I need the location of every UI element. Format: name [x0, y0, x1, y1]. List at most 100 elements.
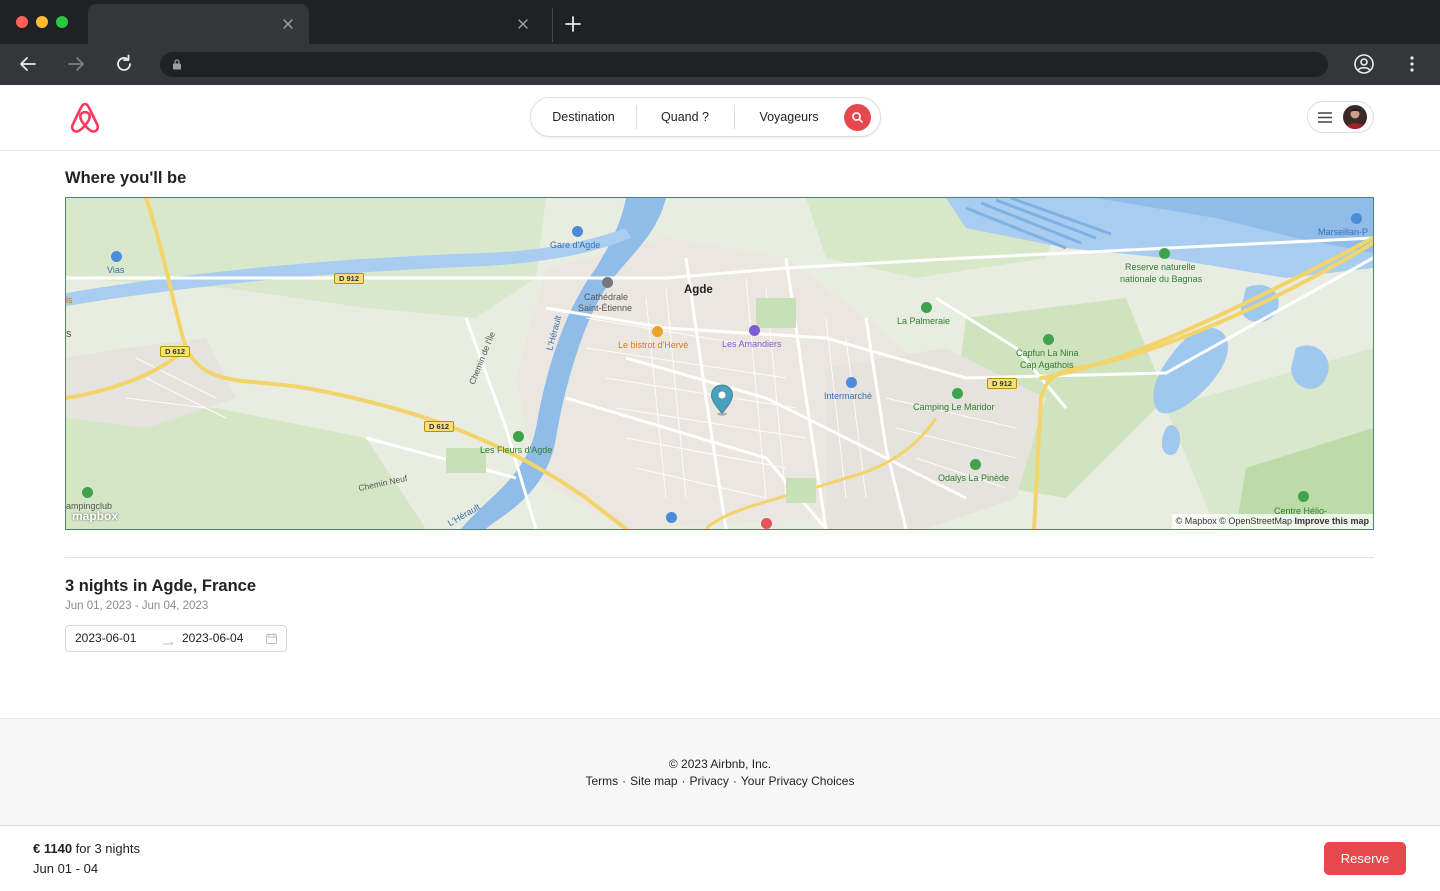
shop-icon — [666, 512, 677, 523]
footer-link-terms[interactable]: Terms — [586, 774, 619, 788]
road-shield-d912: D 912 — [987, 378, 1018, 389]
road-shield-d612: D 612 — [160, 346, 191, 357]
back-arrow-icon[interactable] — [17, 53, 39, 75]
map-label-camping-maridor: Camping Le Maridor — [913, 402, 995, 412]
checkout-date-input[interactable]: 2023-06-04 — [182, 626, 243, 651]
window-minimize-button[interactable] — [36, 16, 48, 28]
booking-bar: € 1140 for 3 nights Jun 01 - 04 Reserve — [0, 826, 1440, 891]
stay-title: 3 nights in Agde, France — [65, 577, 256, 595]
profile-icon[interactable] — [1353, 53, 1375, 75]
site-header: Destination Quand ? Voyageurs — [0, 85, 1440, 151]
close-icon[interactable] — [281, 17, 295, 31]
map-label-reserve-2: nationale du Bagnas — [1120, 274, 1203, 284]
search-destination[interactable]: Destination — [531, 98, 636, 136]
map-label-saint-etienne: Saint-Étienne — [578, 303, 633, 313]
close-icon[interactable] — [516, 17, 530, 31]
reload-icon[interactable] — [113, 53, 135, 75]
window-close-button[interactable] — [16, 16, 28, 28]
map-attribution: © Mapbox © OpenStreetMap Improve this ma… — [1171, 514, 1373, 529]
campsite-icon — [1298, 491, 1309, 502]
map-label-fleurs: Les Fleurs d'Agde — [480, 445, 553, 455]
search-icon — [852, 112, 863, 123]
train-station-icon — [1351, 213, 1362, 224]
mapbox-attribution-link[interactable]: © Mapbox — [1176, 516, 1217, 526]
map[interactable]: Agde Gare d'Agde Vias Cathédrale Saint-É… — [65, 197, 1374, 530]
map-label-reserve-1: Reserve naturelle — [1125, 262, 1196, 272]
footer-separator: · — [732, 774, 737, 788]
map-label-agde: Agde — [684, 284, 713, 296]
campsite-icon — [952, 388, 963, 399]
shop-icon — [846, 377, 857, 388]
date-range-picker[interactable]: 2023-06-01 2023-06-04 — [65, 625, 287, 652]
lock-icon — [173, 59, 181, 70]
reserve-button[interactable]: Reserve — [1324, 842, 1406, 875]
footer-link-privacy-choices[interactable]: Your Privacy Choices — [741, 774, 855, 788]
hospital-icon — [761, 518, 772, 529]
booking-dates: Jun 01 - 04 — [33, 861, 99, 876]
campsite-icon — [970, 459, 981, 470]
browser-chrome — [0, 0, 1440, 85]
location-pin-icon[interactable] — [710, 384, 734, 416]
new-tab-icon[interactable] — [563, 14, 583, 34]
map-label-gare: Gare d'Agde — [550, 240, 601, 250]
church-icon — [602, 277, 613, 288]
browser-tab-active[interactable] — [88, 4, 309, 44]
calendar-icon — [266, 633, 277, 644]
search-bar[interactable]: Destination Quand ? Voyageurs — [530, 97, 881, 137]
tab-strip — [0, 0, 1440, 44]
total-price: € 1140 — [33, 841, 73, 856]
browser-tab[interactable] — [309, 4, 552, 44]
checkin-date-input[interactable]: 2023-06-01 — [75, 626, 136, 651]
map-basemap — [66, 198, 1373, 529]
park-icon — [1159, 248, 1170, 259]
campsite-icon — [513, 431, 524, 442]
footer-separator: · — [681, 774, 686, 788]
mapbox-logo[interactable]: mapbox — [72, 509, 118, 523]
map-label-edge-is: is — [66, 295, 73, 305]
forward-arrow-icon[interactable] — [65, 53, 87, 75]
train-station-icon — [572, 226, 583, 237]
footer-link-privacy[interactable]: Privacy — [690, 774, 729, 788]
improve-map-link[interactable]: Improve this map — [1294, 516, 1369, 526]
price-summary: € 1140 for 3 nights — [33, 841, 140, 856]
price-suffix: for 3 nights — [72, 841, 140, 856]
where-youll-be-title: Where you'll be — [65, 169, 187, 187]
window-maximize-button[interactable] — [56, 16, 68, 28]
map-label-intermarche: Intermarché — [824, 391, 873, 401]
map-label-marseillan: Marseillan-P — [1318, 227, 1369, 237]
avatar — [1343, 105, 1367, 129]
hamburger-menu-icon — [1318, 112, 1332, 123]
restaurant-icon — [652, 326, 663, 337]
map-label-edge-s: s — [66, 328, 72, 340]
browser-toolbar — [0, 44, 1440, 85]
campsite-icon — [921, 302, 932, 313]
footer-link-sitemap[interactable]: Site map — [630, 774, 677, 788]
arrow-right-icon — [163, 641, 174, 645]
footer-copyright: © 2023 Airbnb, Inc. — [668, 757, 772, 771]
campsite-icon — [1043, 334, 1054, 345]
train-station-icon — [111, 251, 122, 262]
osm-attribution-link[interactable]: © OpenStreetMap — [1219, 516, 1292, 526]
map-label-capfun-2: Cap Agathois — [1020, 360, 1074, 370]
stay-date-range: Jun 01, 2023 - Jun 04, 2023 — [65, 600, 209, 612]
more-menu-icon[interactable] — [1402, 53, 1422, 75]
map-label-vias: Vias — [107, 265, 125, 275]
airbnb-logo-icon[interactable] — [68, 100, 102, 135]
search-button[interactable] — [844, 104, 871, 131]
search-guests[interactable]: Voyageurs — [734, 98, 844, 136]
map-label-cathedrale: Cathédrale — [584, 292, 629, 302]
tab-separator — [552, 8, 553, 42]
search-dates[interactable]: Quand ? — [636, 98, 734, 136]
map-label-bistrot: Le bistrot d'Hervé — [618, 340, 689, 350]
address-bar[interactable] — [160, 52, 1328, 77]
footer-separator: · — [622, 774, 627, 788]
map-label-odalys: Odalys La Pinède — [938, 473, 1010, 483]
road-shield-d612: D 612 — [424, 421, 455, 432]
section-divider — [65, 557, 1374, 558]
user-menu-button[interactable] — [1307, 101, 1374, 133]
lodging-icon — [749, 325, 760, 336]
map-label-amandiers: Les Amandiers — [722, 339, 782, 349]
road-shield-d912: D 912 — [334, 273, 365, 284]
site-footer: © 2023 Airbnb, Inc. Terms · Site map · Priva… — [0, 718, 1440, 826]
map-label-palmeraie: La Palmeraie — [897, 316, 951, 326]
